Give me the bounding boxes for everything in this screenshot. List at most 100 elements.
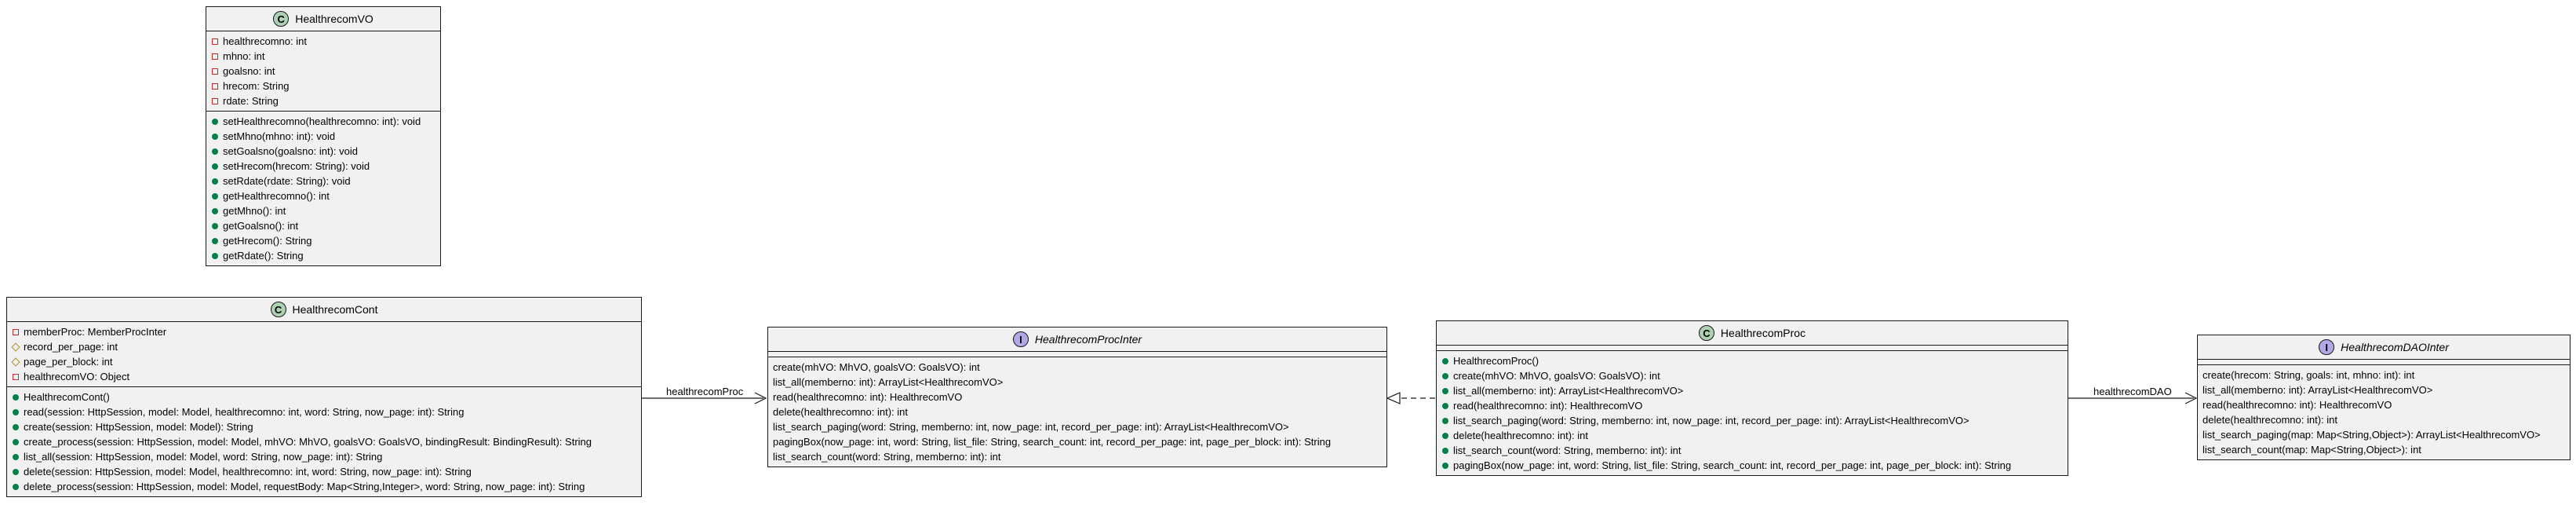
private-icon (13, 328, 19, 335)
method-row: list_all(memberno: int): ArrayList<Healt… (1441, 383, 2063, 398)
public-icon (212, 133, 218, 140)
field-row: healthrecomVO: Object (12, 369, 636, 384)
public-icon (212, 163, 218, 170)
method-row: HealthrecomProc() (1441, 353, 2063, 368)
methods-section: create(hrecom: String, goals: int, mhno:… (2198, 364, 2570, 459)
interface-name: HealthrecomDAOInter (2341, 341, 2449, 353)
class-healthrecomcont[interactable]: C HealthrecomCont memberProc: MemberProc… (6, 297, 642, 497)
field-row: rdate: String (211, 93, 435, 108)
interface-healthrecomdaointer[interactable]: I HealthrecomDAOInter create(hrecom: Str… (2197, 335, 2571, 460)
public-icon (212, 148, 218, 155)
class-name: HealthrecomCont (292, 303, 378, 316)
method-row: delete(session: HttpSession, model: Mode… (12, 464, 636, 479)
method-row: setHealthrecomno(healthrecomno: int): vo… (211, 114, 435, 129)
class-header: C HealthrecomCont (7, 298, 641, 322)
interface-header: I HealthrecomProcInter (768, 328, 1386, 352)
interface-header: I HealthrecomDAOInter (2198, 335, 2570, 360)
method-row: list_search_count(word: String, memberno… (773, 451, 1001, 463)
method-row: getHrecom(): String (211, 233, 435, 248)
public-icon (13, 393, 19, 401)
interface-name: HealthrecomProcInter (1034, 333, 1142, 346)
class-name: HealthrecomVO (295, 13, 373, 25)
method-row: read(healthrecomno: int): HealthrecomVO (773, 391, 963, 403)
method-row: setRdate(rdate: String): void (211, 174, 435, 188)
method-row: create(hrecom: String, goals: int, mhno:… (2203, 369, 2415, 381)
field-row: memberProc: MemberProcInter (12, 324, 636, 339)
method-row: list_all(memberno: int): ArrayList<Healt… (773, 376, 1004, 388)
interface-healthrecomprocinter[interactable]: I HealthrecomProcInter create(mhVO: MhVO… (767, 327, 1387, 467)
field-row: healthrecomno: int (211, 34, 435, 49)
public-icon (13, 408, 19, 415)
method-row: getRdate(): String (211, 248, 435, 263)
method-row: setHrecom(hrecom: String): void (211, 159, 435, 174)
public-icon (13, 423, 19, 430)
interface-i-icon: I (1012, 331, 1029, 347)
public-icon (1442, 417, 1448, 424)
method-row: delete(healthrecomno: int): int (2203, 414, 2337, 426)
public-icon (1442, 357, 1448, 364)
method-row: delete(healthrecomno: int): int (1441, 428, 2063, 443)
field-row: hrecom: String (211, 79, 435, 93)
public-icon (212, 222, 218, 229)
protected-icon (11, 342, 20, 352)
method-row: read(healthrecomno: int): HealthrecomVO (2203, 399, 2392, 411)
method-row: list_search_paging(word: String, membern… (773, 421, 1289, 433)
method-row: read(session: HttpSession, model: Model,… (12, 404, 636, 419)
public-icon (212, 237, 218, 244)
protected-icon (11, 357, 20, 367)
method-row: list_all(memberno: int): ArrayList<Healt… (2203, 384, 2433, 396)
public-icon (13, 453, 19, 460)
class-name: HealthrecomProc (1720, 327, 1806, 339)
public-icon (1442, 432, 1448, 439)
class-header: C HealthrecomVO (206, 7, 440, 31)
public-icon (212, 177, 218, 185)
field-row: page_per_block: int (11, 354, 636, 369)
public-icon (212, 252, 218, 259)
interface-i-icon: I (2319, 339, 2335, 355)
method-row: list_search_paging(word: String, membern… (1441, 413, 2063, 428)
private-icon (212, 68, 218, 75)
public-icon (1442, 387, 1448, 394)
edge-label-healthrecomdao: healthrecomDAO (2093, 386, 2172, 397)
public-icon (13, 438, 19, 445)
public-icon (13, 483, 19, 490)
fields-section: memberProc: MemberProcInter record_per_p… (7, 322, 641, 386)
public-icon (1442, 447, 1448, 454)
method-row: list_search_count(map: Map<String,Object… (2203, 444, 2421, 456)
private-icon (212, 38, 218, 45)
method-row: getMhno(): int (211, 203, 435, 218)
method-row: getGoalsno(): int (211, 218, 435, 233)
methods-section: create(mhVO: MhVO, goalsVO: GoalsVO): in… (768, 357, 1386, 467)
method-row: create_process(session: HttpSession, mod… (12, 434, 636, 449)
private-icon (212, 53, 218, 60)
method-row: setMhno(mhno: int): void (211, 129, 435, 144)
uml-class-diagram: healthrecomProc healthrecomDAO C Healthr… (0, 0, 2576, 505)
method-row: create(mhVO: MhVO, goalsVO: GoalsVO): in… (1441, 368, 2063, 383)
public-icon (212, 192, 218, 199)
class-c-icon: C (1698, 325, 1714, 341)
class-c-icon: C (270, 302, 286, 317)
method-row: read(healthrecomno: int): HealthrecomVO (1441, 398, 2063, 413)
method-row: create(mhVO: MhVO, goalsVO: GoalsVO): in… (773, 361, 980, 373)
field-row: record_per_page: int (11, 339, 636, 354)
class-header: C HealthrecomProc (1437, 321, 2068, 346)
public-icon (212, 118, 218, 125)
method-row: delete_process(session: HttpSession, mod… (12, 479, 636, 494)
methods-section: HealthrecomProc() create(mhVO: MhVO, goa… (1437, 350, 2068, 475)
field-row: mhno: int (211, 49, 435, 64)
field-row: goalsno: int (211, 64, 435, 79)
method-row: delete(healthrecomno: int): int (773, 406, 908, 418)
edge-label-healthrecomproc: healthrecomProc (666, 386, 744, 397)
public-icon (1442, 462, 1448, 469)
method-row: pagingBox(now_page: int, word: String, l… (1441, 458, 2063, 473)
method-row: list_search_count(word: String, memberno… (1441, 443, 2063, 458)
method-row: setGoalsno(goalsno: int): void (211, 144, 435, 159)
class-healthrecomproc[interactable]: C HealthrecomProc HealthrecomProc() crea… (1436, 320, 2068, 476)
class-c-icon: C (273, 11, 290, 27)
realization-arrowhead-proc-procinter (1386, 392, 1401, 404)
method-row: HealthrecomCont() (12, 390, 636, 404)
methods-section: HealthrecomCont() read(session: HttpSess… (7, 386, 641, 496)
class-healthrecomvo[interactable]: C HealthrecomVO healthrecomno: int mhno:… (206, 6, 441, 266)
public-icon (212, 207, 218, 214)
method-row: getHealthrecomno(): int (211, 188, 435, 203)
